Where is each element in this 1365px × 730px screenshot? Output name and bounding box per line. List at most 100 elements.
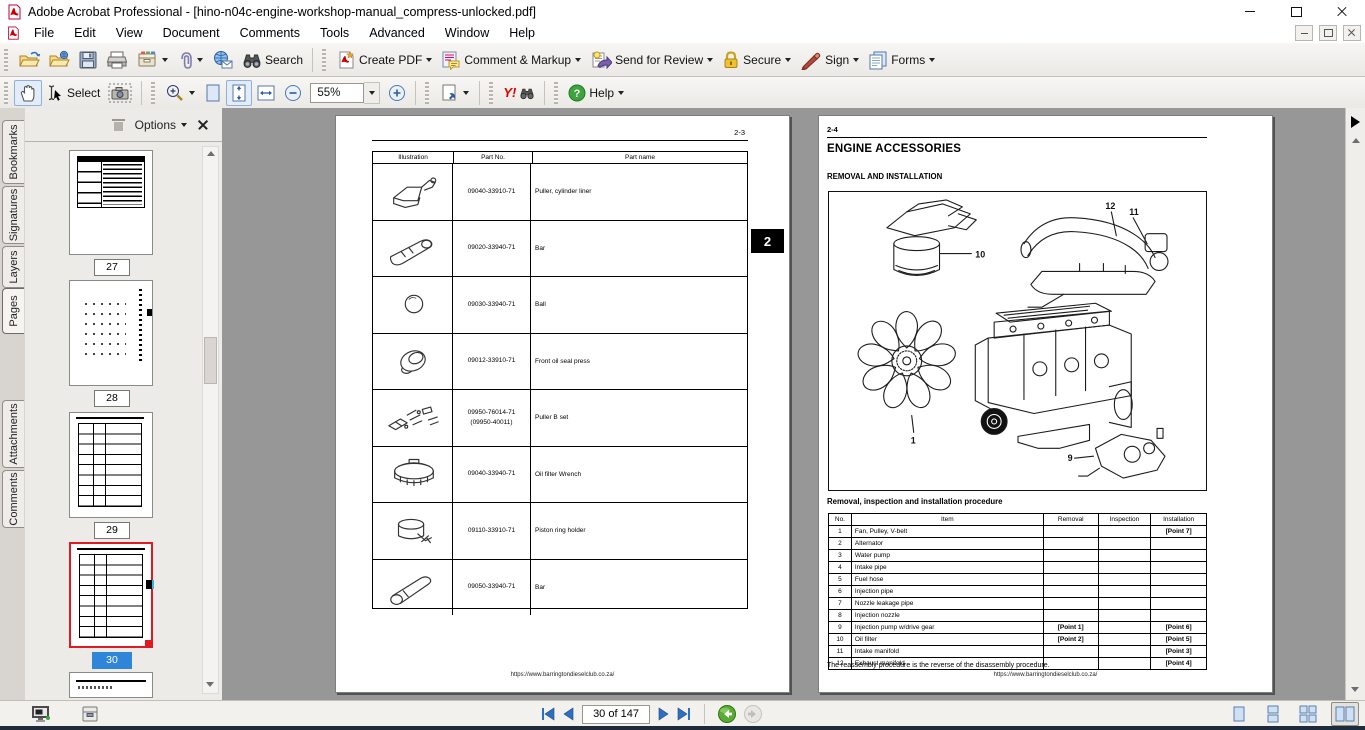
next-page-button[interactable] xyxy=(656,707,670,721)
facing-button[interactable] xyxy=(1331,702,1359,726)
page-thumbnail-label[interactable]: 28 xyxy=(94,390,130,407)
acrobat-document-icon xyxy=(6,26,20,40)
item-name: Injection pump w/drive gear xyxy=(852,622,1044,633)
monitor-icon[interactable] xyxy=(30,704,52,724)
page-thumbnail-label[interactable]: 27 xyxy=(94,259,130,276)
scrollbar-thumb[interactable] xyxy=(204,337,217,384)
toolbar-grip[interactable] xyxy=(4,82,8,104)
options-menu[interactable]: Options xyxy=(135,118,188,132)
search-button[interactable]: Search xyxy=(238,48,307,72)
sign-button[interactable]: Sign xyxy=(796,47,864,73)
snapshot-button[interactable] xyxy=(104,80,136,106)
toolbar-grip[interactable] xyxy=(4,49,8,71)
continuous-facing-button[interactable] xyxy=(1295,702,1321,726)
doc-restore-button[interactable] xyxy=(1319,25,1337,41)
scroll-up-icon[interactable] xyxy=(207,151,215,156)
page-thumbnail-31[interactable] xyxy=(69,672,153,698)
page-thumbnail-29[interactable] xyxy=(69,412,153,518)
sidebar-tab-layers[interactable]: Layers xyxy=(2,246,24,288)
thumbnails-scrollbar[interactable] xyxy=(202,146,219,694)
print-button[interactable] xyxy=(102,47,132,73)
close-button[interactable] xyxy=(1319,0,1365,23)
select-tool-button[interactable]: Select xyxy=(42,81,104,105)
scroll-up-icon[interactable] xyxy=(1352,138,1360,143)
maximize-button[interactable] xyxy=(1273,0,1319,23)
create-pdf-icon xyxy=(336,50,356,70)
last-page-button[interactable] xyxy=(676,707,692,721)
menu-help[interactable]: Help xyxy=(499,24,545,42)
previous-page-button[interactable] xyxy=(562,707,576,721)
menu-tools[interactable]: Tools xyxy=(310,24,359,42)
doc-minimize-button[interactable] xyxy=(1295,25,1313,41)
minimize-button[interactable] xyxy=(1227,0,1273,23)
part-name: Front oil seal press xyxy=(531,334,747,390)
previous-view-button[interactable] xyxy=(717,704,737,724)
sidebar-tab-bookmarks[interactable]: Bookmarks xyxy=(2,120,24,184)
fit-width-button[interactable] xyxy=(252,80,280,106)
continuous-button[interactable] xyxy=(1261,702,1285,726)
inspection-point xyxy=(1099,634,1152,645)
zoom-out-button[interactable] xyxy=(280,81,306,105)
menu-view[interactable]: View xyxy=(106,24,153,42)
document-scrollbar[interactable] xyxy=(1345,108,1365,700)
yahoo-search-button[interactable]: Y! xyxy=(499,82,539,103)
save-button[interactable] xyxy=(74,47,102,73)
secure-button[interactable]: Secure xyxy=(718,47,796,73)
next-view-button[interactable] xyxy=(743,704,763,724)
section-title: ENGINE ACCESSORIES xyxy=(827,143,961,155)
send-for-review-button[interactable]: Send for Review xyxy=(586,47,718,73)
organizer-button[interactable] xyxy=(132,47,173,73)
open-web-button[interactable] xyxy=(44,47,74,73)
forms-button[interactable]: Forms xyxy=(864,47,940,73)
first-page-button[interactable] xyxy=(540,707,556,721)
sidebar-tab-pages[interactable]: Pages xyxy=(2,288,24,334)
single-page-button[interactable] xyxy=(1227,702,1251,726)
menu-document[interactable]: Document xyxy=(153,24,230,42)
page-number-field[interactable]: 30 of 147 xyxy=(582,705,650,724)
panel-close-icon[interactable] xyxy=(198,120,208,130)
sidebar-tab-attachments[interactable]: Attachments xyxy=(2,400,24,468)
drawer-icon[interactable] xyxy=(80,704,100,724)
comment-markup-button[interactable]: Comment & Markup xyxy=(437,47,586,73)
toolbar-grip[interactable] xyxy=(151,82,155,104)
zoom-level-control[interactable]: 55% xyxy=(306,79,384,107)
fit-page-button[interactable] xyxy=(226,80,252,106)
doc-close-button[interactable] xyxy=(1343,25,1361,41)
attach-button[interactable] xyxy=(173,47,208,73)
sidebar-tab-comments[interactable]: Comments xyxy=(2,470,24,528)
zoom-level-value[interactable]: 55% xyxy=(317,87,340,99)
menu-comments[interactable]: Comments xyxy=(230,24,310,42)
next-view-arrow-icon[interactable] xyxy=(1351,116,1360,128)
page-thumbnail-label[interactable]: 29 xyxy=(94,522,130,539)
scroll-down-icon[interactable] xyxy=(1351,687,1359,692)
sidebar-tab-signatures[interactable]: Signatures xyxy=(2,186,24,244)
create-pdf-button[interactable]: Create PDF xyxy=(332,47,437,73)
zoom-in-button[interactable] xyxy=(384,81,410,105)
menu-file[interactable]: File xyxy=(24,24,64,42)
toolbar-grip[interactable] xyxy=(489,82,493,104)
zoom-tool-button[interactable] xyxy=(161,80,200,106)
menu-window[interactable]: Window xyxy=(435,24,499,42)
installation-point: [Point 4] xyxy=(1151,658,1206,669)
page-thumbnail-label[interactable]: 30 xyxy=(92,652,132,669)
scroll-down-icon[interactable] xyxy=(206,682,214,687)
menu-advanced[interactable]: Advanced xyxy=(359,24,435,42)
hand-tool-button[interactable] xyxy=(14,80,42,106)
toolbar-grip[interactable] xyxy=(322,49,326,71)
help-button[interactable]: ? Help xyxy=(564,81,629,105)
page-thumbnail-28[interactable] xyxy=(69,280,153,386)
minimize-icon xyxy=(1245,11,1255,12)
actual-size-button[interactable] xyxy=(200,80,226,106)
removal-point xyxy=(1044,598,1099,609)
removal-point xyxy=(1044,646,1099,657)
page-display-button[interactable] xyxy=(435,80,474,106)
email-button[interactable] xyxy=(208,47,238,73)
toolbar-grip[interactable] xyxy=(554,82,558,104)
taskbar-edge xyxy=(0,726,1365,730)
toolbar-grip[interactable] xyxy=(425,82,429,104)
menu-edit[interactable]: Edit xyxy=(64,24,106,42)
delete-pages-icon[interactable] xyxy=(112,118,125,132)
page-thumbnail-27[interactable] xyxy=(69,150,153,255)
page-thumbnail-30[interactable] xyxy=(69,542,153,648)
open-button[interactable] xyxy=(14,47,44,73)
